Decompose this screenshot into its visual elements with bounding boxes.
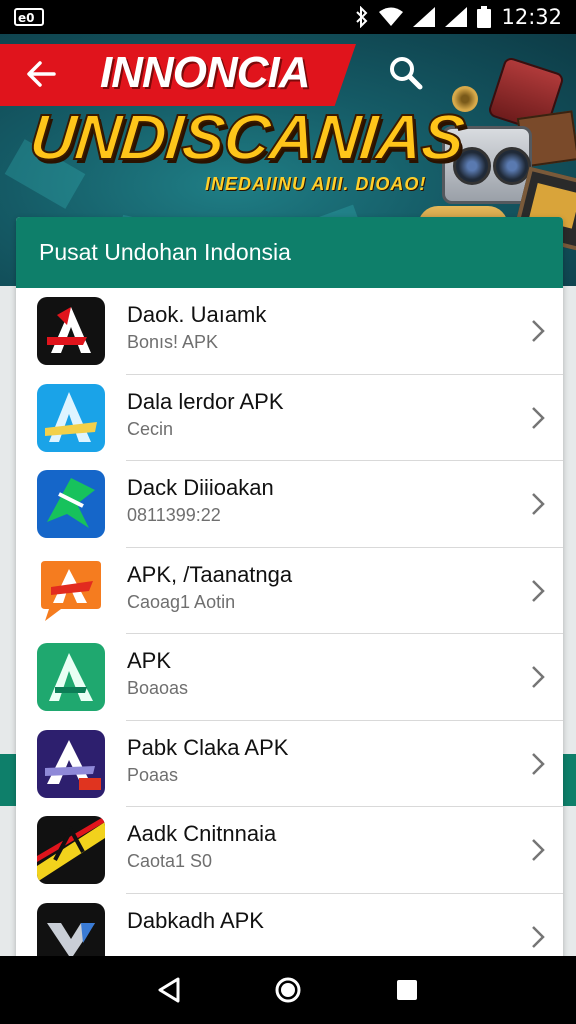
status-time: 12:32 <box>501 5 562 29</box>
chevron-right-icon <box>532 752 545 775</box>
list-item[interactable]: Dack Diiioakan 0811399:22 <box>16 461 563 548</box>
item-text: Daok. Uaıamk Bonıs! APK <box>127 302 266 353</box>
item-subtitle: Poaas <box>127 764 179 785</box>
item-text: Aadk Cnitnnaia Caota1 S0 <box>127 821 276 872</box>
item-text: Dala lerdor APK Cecin <box>127 389 284 440</box>
item-subtitle: Caoag1 Aotin <box>127 591 236 612</box>
list-item[interactable]: Daok. Uaıamk Bonıs! APK <box>16 288 563 375</box>
card-title: Pusat Undohan Indonsia <box>39 239 291 265</box>
chevron-right-icon <box>532 406 545 429</box>
chevron-right-icon <box>532 839 545 862</box>
item-subtitle: 0811399:22 <box>127 505 221 525</box>
chevron-right-icon <box>532 666 545 689</box>
letter-a-purple-icon <box>37 729 105 798</box>
search-icon[interactable] <box>385 52 425 92</box>
back-arrow-icon[interactable] <box>22 54 62 94</box>
banner-subtitle: INEDAIINU AIII. DIOAO! <box>205 174 427 194</box>
svg-text:e0: e0 <box>18 11 35 25</box>
orange-a-icon <box>37 557 105 625</box>
item-name: APK, /Taanatnga <box>127 561 293 587</box>
item-text: Dabkadh APK <box>127 908 264 938</box>
item-name: Daok. Uaıamk <box>127 302 267 327</box>
list-item[interactable]: Aadk Cnitnnaia Caota1 S0 <box>16 807 563 894</box>
item-name: APK <box>127 648 172 673</box>
item-name: Pabk Claka APK <box>127 734 289 760</box>
item-name: Dala lerdor APK <box>127 388 284 414</box>
signal-icon <box>445 7 468 27</box>
home-circle-icon[interactable] <box>268 970 308 1010</box>
list-item[interactable]: Pabk Claka APK Poaas <box>16 721 563 808</box>
item-text: Pabk Claka APK Poaas <box>127 735 288 786</box>
item-name: Dack Diiioakan <box>127 475 274 500</box>
banner-title-top: INNONCIA <box>100 48 311 97</box>
item-text: Dack Diiioakan 0811399:22 <box>127 475 274 526</box>
status-left: e0 <box>14 8 44 26</box>
item-text: APK Boaoas <box>127 648 188 699</box>
stripe-a-icon <box>37 816 105 885</box>
item-subtitle: Cecin <box>127 418 174 439</box>
app-list: Daok. Uaıamk Bonıs! APK Dala lerdor APK … <box>16 288 563 977</box>
chevron-right-icon <box>532 320 545 343</box>
banner-title-main: UNDISCANIAS <box>25 100 468 174</box>
chevron-right-icon <box>532 925 545 948</box>
item-subtitle: Boaoas <box>127 678 189 698</box>
list-item[interactable]: Dala lerdor APK Cecin <box>16 375 563 462</box>
system-nav-bar <box>0 956 576 1024</box>
item-text: APK, /Taanatnga Caoag1 Aotin <box>127 562 292 613</box>
item-subtitle: Bonıs! APK <box>127 332 219 352</box>
status-right: 12:32 <box>355 5 562 29</box>
list-item[interactable]: APK, /Taanatnga Caoag1 Aotin <box>16 548 563 635</box>
letter-a-green-icon <box>37 643 105 712</box>
bluetooth-icon <box>355 6 369 28</box>
chevron-right-icon <box>532 579 545 602</box>
letter-a-red-icon <box>37 297 105 366</box>
notification-icon: e0 <box>14 8 44 26</box>
signal-icon <box>413 7 436 27</box>
item-subtitle: Caota1 S0 <box>127 851 213 871</box>
green-star-icon <box>37 470 105 539</box>
letter-a-blue-icon <box>37 383 105 452</box>
chevron-right-icon <box>532 493 545 516</box>
list-item[interactable]: APK Boaoas <box>16 634 563 721</box>
item-name: Dabkadh APK <box>127 907 264 933</box>
recents-square-icon[interactable] <box>387 970 427 1010</box>
card-header: Pusat Undohan Indonsia <box>16 217 563 288</box>
status-bar: e0 12:32 <box>0 0 576 34</box>
item-name: Aadk Cnitnnaia <box>127 821 277 846</box>
app-list-card: Pusat Undohan Indonsia Daok. Uaıamk Bonı… <box>16 217 563 977</box>
battery-icon <box>477 6 492 28</box>
wifi-icon <box>379 7 404 27</box>
back-triangle-icon[interactable] <box>149 970 189 1010</box>
